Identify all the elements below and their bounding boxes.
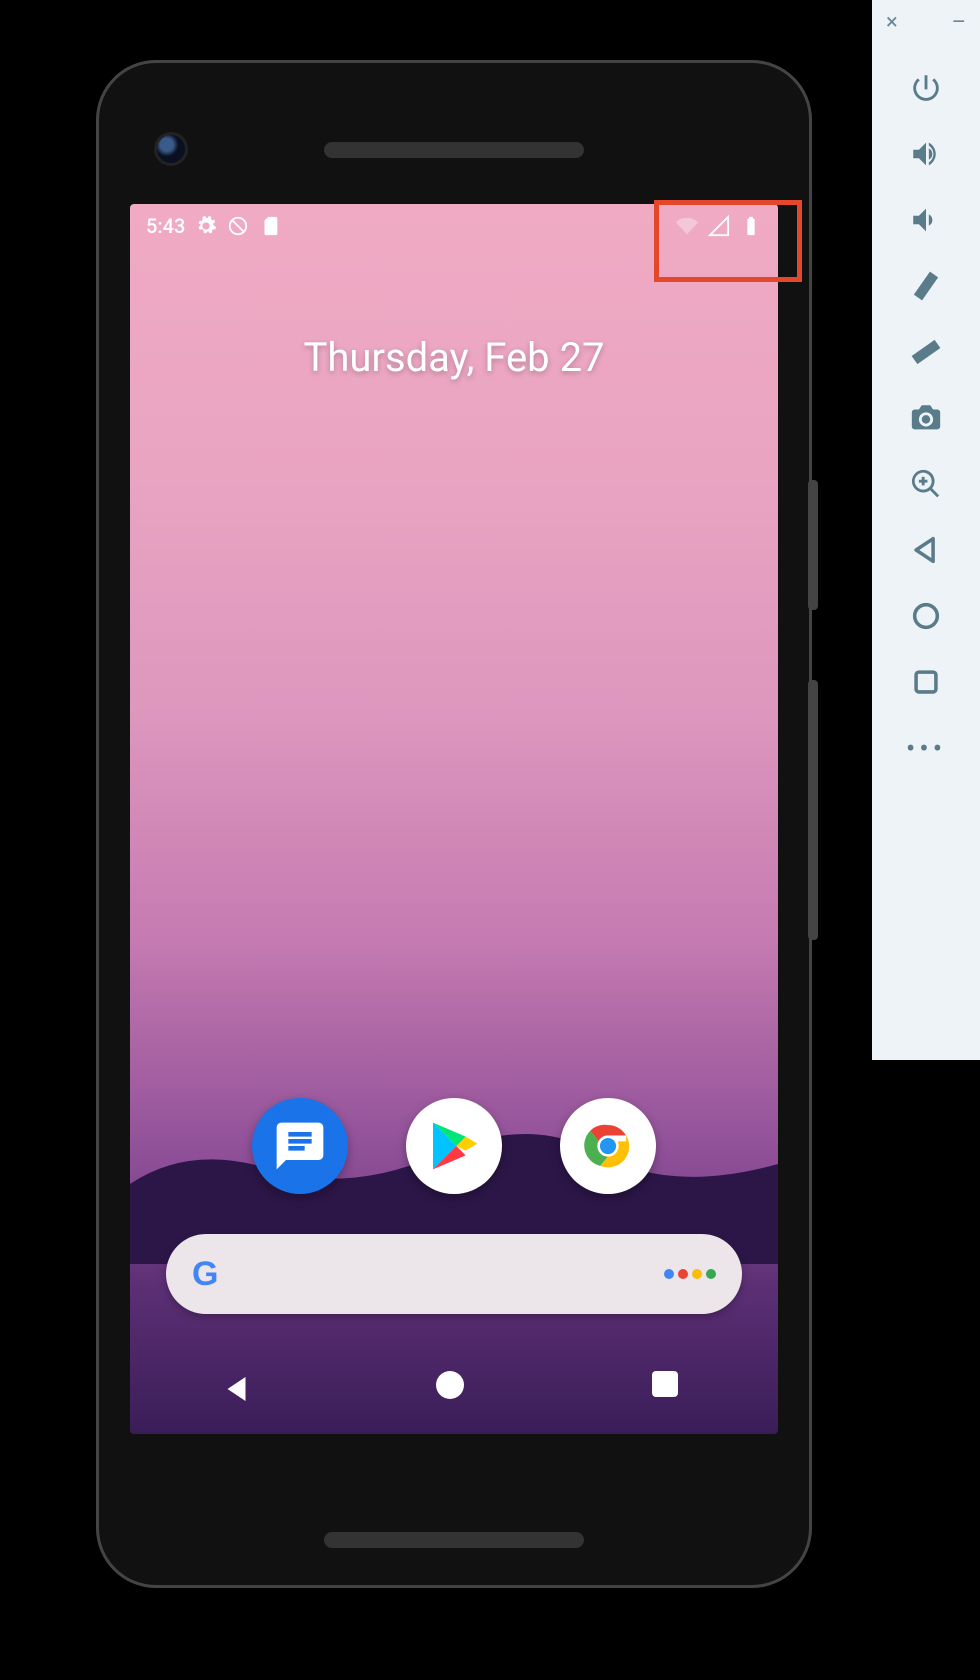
sd-card-icon	[259, 215, 281, 237]
rotate-left-icon	[909, 269, 943, 303]
rotate-right-button[interactable]	[904, 330, 948, 374]
gear-icon	[195, 215, 217, 237]
volume-down-icon	[909, 203, 943, 237]
power-icon	[909, 71, 943, 105]
play-store-app[interactable]	[406, 1098, 502, 1194]
screenshot-button[interactable]	[904, 396, 948, 440]
battery-icon	[740, 215, 762, 237]
nav-home-icon	[436, 1371, 464, 1399]
emulator-overview-button[interactable]	[904, 660, 948, 704]
nav-back-button[interactable]	[220, 1371, 256, 1407]
minimize-window-button[interactable]: –	[952, 12, 966, 34]
status-bar-left: 5:43	[146, 214, 281, 238]
earpiece	[324, 142, 584, 158]
cellular-icon	[708, 215, 730, 237]
physical-power-button	[808, 480, 818, 610]
google-logo-icon: G	[192, 1255, 218, 1294]
close-window-button[interactable]: ×	[886, 12, 898, 34]
messages-app[interactable]	[252, 1098, 348, 1194]
google-search-bar[interactable]: G	[166, 1234, 742, 1314]
status-bar[interactable]: 5:43	[130, 204, 778, 248]
nav-back-icon	[220, 1371, 256, 1407]
zoom-in-icon	[909, 467, 943, 501]
volume-up-button[interactable]	[904, 132, 948, 176]
emulator-window-controls: × –	[872, 6, 980, 44]
zoom-button[interactable]	[904, 462, 948, 506]
front-camera	[154, 132, 188, 166]
volume-down-button[interactable]	[904, 198, 948, 242]
status-time: 5:43	[146, 214, 185, 238]
physical-volume-rocker	[808, 680, 818, 940]
camera-icon	[909, 401, 943, 435]
emulator-back-button[interactable]	[904, 528, 948, 572]
bottom-speaker	[324, 1532, 584, 1548]
phone-frame: 5:43 Thursday, Feb 27	[96, 60, 812, 1588]
messages-icon	[272, 1118, 328, 1174]
power-button[interactable]	[904, 66, 948, 110]
circle-home-icon	[909, 599, 943, 633]
nav-overview-button[interactable]	[652, 1371, 688, 1407]
play-store-icon	[426, 1118, 482, 1174]
do-not-disturb-icon	[227, 215, 249, 237]
device-screen[interactable]: 5:43 Thursday, Feb 27	[130, 204, 778, 1434]
nav-overview-icon	[652, 1371, 678, 1397]
triangle-back-icon	[909, 533, 943, 567]
square-overview-icon	[909, 665, 943, 699]
status-bar-right	[676, 215, 762, 237]
chrome-icon	[580, 1118, 636, 1174]
emulator-toolbar: × – •••	[872, 0, 980, 1060]
rotate-right-icon	[909, 335, 943, 369]
nav-home-button[interactable]	[436, 1371, 472, 1407]
more-icon: •••	[906, 732, 946, 765]
assistant-icon[interactable]	[664, 1269, 716, 1279]
emulator-more-button[interactable]: •••	[904, 726, 948, 770]
emulator-home-button[interactable]	[904, 594, 948, 638]
android-nav-bar	[130, 1344, 778, 1434]
rotate-left-button[interactable]	[904, 264, 948, 308]
home-date-widget[interactable]: Thursday, Feb 27	[130, 334, 778, 381]
chrome-app[interactable]	[560, 1098, 656, 1194]
wifi-icon	[676, 215, 698, 237]
app-dock	[130, 1098, 778, 1194]
volume-up-icon	[909, 137, 943, 171]
